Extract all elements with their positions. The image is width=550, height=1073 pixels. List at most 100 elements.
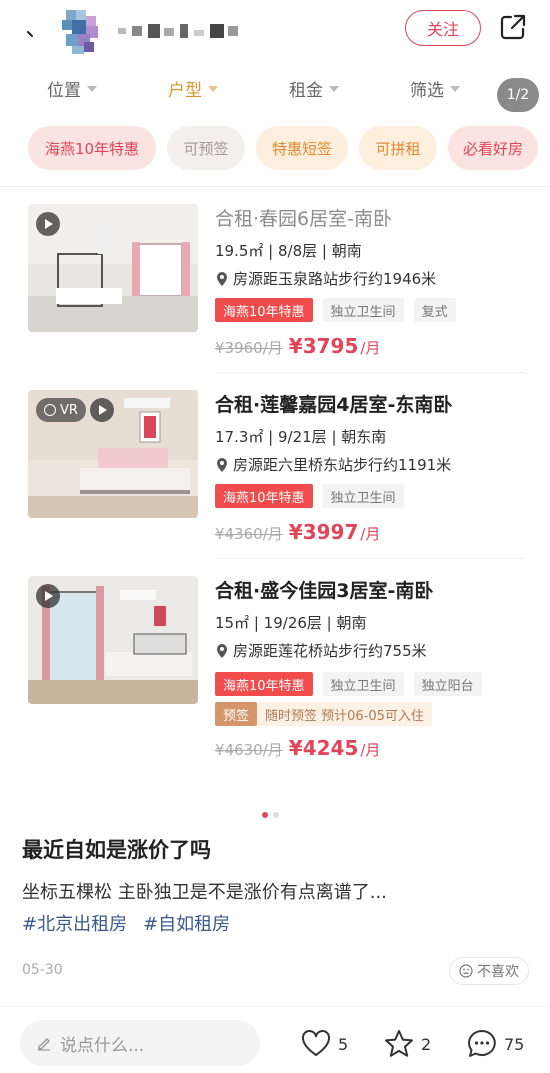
chip[interactable]: 海燕10年特惠	[28, 126, 156, 170]
sad-face-icon	[459, 964, 473, 978]
price-row: ¥4630/月 ¥4245 /月	[215, 736, 380, 760]
presign-tag: 预签	[215, 702, 258, 726]
post-title: 最近自如是涨价了吗	[22, 838, 211, 862]
current-price: ¥3795	[288, 334, 359, 358]
listing-meta: 19.5㎡ | 8/8层 | 朝南	[215, 242, 362, 260]
image-page-indicator: 1/2	[497, 78, 539, 112]
vr-icon	[44, 404, 56, 416]
chip[interactable]: 可预签	[167, 126, 245, 170]
share-icon[interactable]	[498, 12, 528, 42]
original-price: ¥4630/月	[215, 741, 283, 759]
listing-card[interactable]: 合租·春园6居室-南卧 19.5㎡ | 8/8层 | 朝南 房源距玉泉路站步行约…	[0, 200, 550, 370]
listing-location: 房源距玉泉路站步行约1946米	[215, 268, 436, 289]
favorite-button[interactable]: 2	[383, 1028, 431, 1060]
promo-tag: 海燕10年特惠	[215, 298, 313, 322]
dislike-button[interactable]: 不喜欢	[449, 957, 529, 985]
feature-tag: 独立卫生间	[322, 484, 404, 508]
top-bar: 关注	[0, 0, 550, 60]
hashtags: #北京出租房 #自如租房	[22, 910, 230, 936]
hashtag-link[interactable]: #自如租房	[143, 910, 230, 936]
play-icon[interactable]	[36, 584, 60, 608]
promo-tag: 海燕10年特惠	[215, 672, 313, 696]
current-price: ¥3997	[288, 520, 359, 544]
username-pixelated	[118, 24, 238, 38]
avatar[interactable]	[58, 6, 110, 58]
carousel-dot-active	[262, 812, 268, 818]
price-row: ¥4360/月 ¥3997 /月	[215, 520, 380, 544]
divider	[215, 372, 525, 373]
price-unit: /月	[360, 525, 381, 543]
listing-location: 房源距莲花桥站步行约755米	[215, 640, 427, 661]
chip[interactable]: 必看好房	[448, 126, 538, 170]
listing-title: 合租·盛今佳园3居室-南卧	[215, 580, 434, 602]
favorite-count: 2	[421, 1034, 432, 1054]
back-arrow-icon[interactable]	[22, 18, 46, 42]
dropdown-triangle-icon	[87, 85, 97, 92]
divider	[0, 1006, 550, 1007]
comment-input[interactable]: 说点什么...	[20, 1020, 260, 1066]
vr-label: VR	[60, 402, 78, 418]
listing-photo: VR	[28, 390, 198, 518]
pencil-icon	[38, 1038, 50, 1051]
divider	[0, 186, 550, 187]
location-text: 房源距莲花桥站步行约755米	[233, 642, 427, 660]
play-icon[interactable]	[90, 398, 114, 422]
filter-label: 户型	[168, 81, 202, 101]
feature-tag: 独立阳台	[413, 672, 482, 696]
listing-meta: 17.3㎡ | 9/21层 | 朝东南	[215, 428, 387, 446]
tag-chips: 海燕10年特惠 可预签 特惠短签 可拼租 必看好房	[0, 126, 550, 170]
filter-label: 租金	[289, 81, 323, 101]
hashtag-link[interactable]: #北京出租房	[22, 910, 127, 936]
listing-location: 房源距六里桥东站步行约1191米	[215, 454, 451, 475]
filter-bar: 位置 户型 租金 筛选	[0, 70, 550, 106]
dropdown-triangle-icon	[208, 85, 218, 92]
filter-location[interactable]: 位置	[47, 76, 97, 101]
original-price: ¥4360/月	[215, 525, 283, 543]
carousel-dot	[273, 812, 279, 818]
listing-card[interactable]: 合租·盛今佳园3居室-南卧 15㎡ | 19/26层 | 朝南 房源距莲花桥站步…	[0, 572, 550, 768]
price-unit: /月	[360, 741, 381, 759]
comment-placeholder: 说点什么...	[60, 1035, 145, 1056]
listing-title: 合租·莲馨嘉园4居室-东南卧	[215, 394, 453, 416]
listing-meta: 15㎡ | 19/26层 | 朝南	[215, 614, 367, 632]
listing-card[interactable]: VR 合租·莲馨嘉园4居室-东南卧 17.3㎡ | 9/21层 | 朝东南 房源…	[0, 386, 550, 556]
location-text: 房源距六里桥东站步行约1191米	[233, 456, 452, 474]
follow-button[interactable]: 关注	[405, 10, 481, 46]
listing-title: 合租·春园6居室-南卧	[215, 208, 392, 230]
location-pin-icon	[217, 271, 227, 286]
location-text: 房源距玉泉路站步行约1946米	[233, 270, 437, 288]
filter-label: 位置	[47, 81, 81, 101]
star-icon	[385, 1030, 413, 1057]
comment-bubble-icon	[468, 1030, 496, 1057]
location-pin-icon	[217, 643, 227, 658]
chip[interactable]: 特惠短签	[256, 126, 348, 170]
filter-more[interactable]: 筛选	[410, 76, 460, 101]
divider	[215, 558, 525, 559]
price-unit: /月	[360, 339, 381, 357]
filter-layout[interactable]: 户型	[168, 76, 218, 101]
price-row: ¥3960/月 ¥3795 /月	[215, 334, 380, 358]
presign-tags: 预签 随时预签 预计06-05可入住	[215, 702, 432, 726]
chip[interactable]: 可拼租	[359, 126, 437, 170]
feature-tag: 复式	[413, 298, 456, 322]
like-count: 5	[338, 1034, 349, 1054]
play-icon[interactable]	[36, 212, 60, 236]
heart-icon	[302, 1030, 330, 1057]
listing-tags: 海燕10年特惠 独立卫生间	[215, 484, 404, 508]
current-price: ¥4245	[288, 736, 359, 760]
original-price: ¥3960/月	[215, 339, 283, 357]
dropdown-triangle-icon	[329, 85, 339, 92]
carousel-dots	[262, 812, 279, 818]
listing-photo	[28, 204, 198, 332]
comment-button[interactable]: 75	[466, 1028, 524, 1060]
dislike-label: 不喜欢	[477, 964, 519, 980]
like-button[interactable]: 5	[300, 1028, 348, 1060]
comment-count: 75	[504, 1034, 525, 1054]
listing-tags: 海燕10年特惠 独立卫生间 独立阳台	[215, 672, 482, 696]
listing-tags: 海燕10年特惠 独立卫生间 复式	[215, 298, 456, 322]
filter-label: 筛选	[410, 81, 444, 101]
vr-badge[interactable]: VR	[36, 398, 86, 422]
location-pin-icon	[217, 457, 227, 472]
feature-tag: 独立卫生间	[322, 672, 404, 696]
filter-rent[interactable]: 租金	[289, 76, 339, 101]
